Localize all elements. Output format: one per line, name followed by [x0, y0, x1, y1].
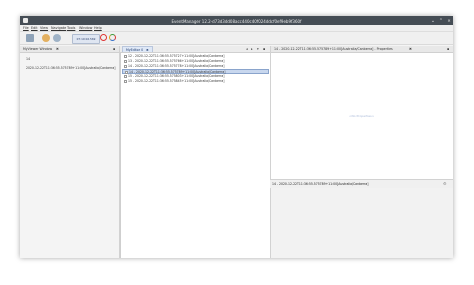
tab-myeditor[interactable]: MyEditor 0 ✖: [122, 46, 153, 52]
undo-icon[interactable]: [42, 34, 50, 42]
tab-list-icon[interactable]: ▾: [257, 47, 259, 51]
menu-file[interactable]: File: [23, 26, 29, 30]
list-item-text: 15 - 2020-12-22T11:36:55.575803+11:00[Au…: [128, 74, 225, 78]
properties-menu-icon[interactable]: ▪: [447, 47, 449, 51]
file-icon: [124, 79, 127, 83]
list-item-text: 15 - 2020-12-22T11:36:55.575845+11:00[Au…: [128, 79, 225, 83]
properties-title[interactable]: 14 - 2020-12-22T11:36:55.575789+11:00[Au…: [274, 47, 393, 51]
minimize-button[interactable]: ⌄: [430, 18, 436, 24]
menu-help[interactable]: Help: [94, 26, 102, 30]
menu-edit[interactable]: Edit: [31, 26, 38, 30]
tab-close-icon[interactable]: ✖: [146, 48, 149, 52]
list-item-text: 12 - 2020-12-22T11:36:55.575727+11:00[Au…: [128, 54, 225, 58]
record-icon[interactable]: [100, 34, 107, 41]
list-item-text: 13 - 2020-12-22T11:36:55.575766+11:00[Au…: [128, 59, 225, 63]
close-button[interactable]: ✕: [446, 18, 452, 24]
scroll-left-icon[interactable]: ◂: [246, 47, 248, 51]
scroll-right-icon[interactable]: ▸: [251, 47, 253, 51]
new-window-icon[interactable]: [26, 34, 34, 42]
left-panel-menu-icon[interactable]: ▪: [113, 47, 115, 51]
time-display[interactable]: 07:19:02.569: [72, 34, 100, 44]
editor-menu-icon[interactable]: ▪: [263, 47, 265, 51]
file-icon: [124, 59, 127, 63]
left-panel-id: 14: [26, 57, 31, 61]
file-icon: [124, 74, 127, 78]
tab-myeditor-label: MyEditor 0: [126, 48, 144, 52]
list-item-text: 14 - 2020-12-22T11:36:55.575778+11:00[Au…: [128, 64, 225, 68]
file-icon: [124, 64, 127, 68]
menu-window[interactable]: Window: [79, 26, 92, 30]
properties-close-icon[interactable]: ✖: [409, 47, 412, 51]
detail-title: 14 - 2020-12-22T11:36:55.575789+11:00[Au…: [272, 182, 369, 186]
left-panel-header: MyViewer Window ✖ ▪: [20, 46, 119, 53]
app-window: EventManager 12.2-d73d3dd08acc440c40f024…: [20, 16, 453, 258]
file-icon: [124, 54, 127, 58]
event-list: 12 - 2020-12-22T11:36:55.575727+11:00[Au…: [120, 53, 270, 258]
title-bar[interactable]: EventManager 12.2-d73d3dd08acc440c40f024…: [20, 16, 453, 25]
menu-tools[interactable]: Tools: [67, 26, 75, 30]
left-panel-body: 14 2020-12-22T11:36:55.575789+11:00[Aust…: [20, 53, 119, 258]
toolbar: 07:19:02.569: [20, 32, 453, 45]
menu-view[interactable]: View: [40, 26, 48, 30]
menu-bar: File Edit View Navigate Tools Window Hel…: [20, 25, 453, 32]
left-panel-timestamp: 2020-12-22T11:36:55.575789+11:00[Austral…: [26, 66, 116, 70]
settings-icon[interactable]: ⚙: [443, 181, 447, 186]
menu-navigate[interactable]: Navigate: [51, 26, 66, 30]
list-item[interactable]: 15 - 2020-12-22T11:36:55.575845+11:00[Au…: [122, 79, 269, 84]
detail-body: [271, 188, 453, 258]
maximize-button[interactable]: ⌃: [438, 18, 444, 24]
editor-tab-bar: MyEditor 0 ✖ ◂ ▸ ▾ ▪: [120, 46, 270, 53]
no-properties-text: <No Properties>: [349, 114, 375, 118]
window-title: EventManager 12.2-d73d3dd08acc440c40f024…: [171, 18, 302, 24]
redo-icon[interactable]: [53, 34, 61, 42]
properties-body: <No Properties>: [271, 53, 453, 179]
color-wheel-icon[interactable]: [109, 34, 116, 41]
left-panel-close-icon[interactable]: ✖: [56, 47, 59, 51]
left-panel-title[interactable]: MyViewer Window: [23, 47, 52, 51]
properties-header: 14 - 2020-12-22T11:36:55.575789+11:00[Au…: [271, 46, 453, 53]
